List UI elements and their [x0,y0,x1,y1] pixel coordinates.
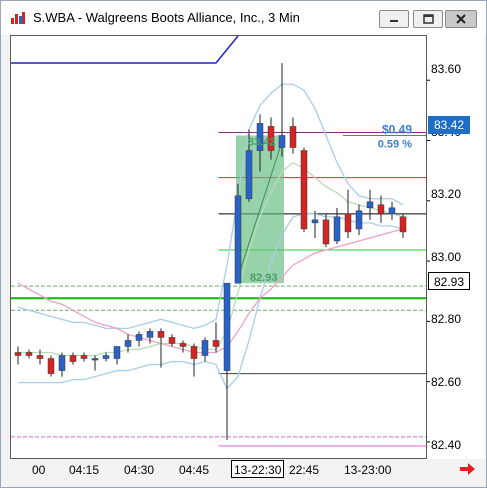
current-price-badge: 83.42 [428,116,470,134]
candle-body [168,337,176,344]
candle-body [300,150,308,230]
candle-body [102,355,110,359]
price-label: 83.00 [431,250,462,264]
chart-plot-area[interactable]: $0.49 0.59 % 83.42 82.93 [10,35,427,459]
measure-bottom-price: 82.93 [250,272,278,284]
candle-body [377,204,385,215]
candle-body [344,213,352,233]
candle-body [124,340,132,347]
time-label: 04:30 [124,463,155,477]
candle-body [311,219,319,224]
measure-change-value: $0.49 [382,122,412,136]
time-label: 04:15 [69,463,100,477]
measure-top-price: 83.42 [248,136,276,148]
candle-body [388,207,396,215]
candle-body [58,355,66,371]
time-label: 04:45 [179,463,210,477]
price-axis-ticks [427,79,430,443]
candle-body [234,195,242,284]
price-label: 82.80 [431,312,462,326]
candle-body [179,343,187,347]
candle-body [80,355,88,359]
candle-body [366,201,374,209]
minimize-icon [390,20,398,22]
maximize-icon [423,14,434,24]
candle-body [333,216,341,242]
candle-body [14,352,22,356]
price-axis[interactable] [427,35,485,459]
candle-body [146,331,154,338]
candle-body [223,282,231,371]
window-title: S.WBA - Walgreens Boots Alliance, Inc., … [33,10,300,25]
price-label: 82.40 [431,438,462,452]
candle-body [355,210,363,230]
price-label: 83.20 [431,187,462,201]
bollinger-upper-line [17,83,404,330]
time-label: 13-23:00 [344,463,392,477]
candle-body [322,219,330,245]
chart-app-icon [11,12,25,24]
candle-body [91,358,99,361]
candle-body [47,358,55,374]
candle-body [399,216,407,233]
candle-body [135,334,143,341]
candle-body [212,340,220,347]
candle-body [69,355,77,362]
candle-body [289,126,297,148]
price-label: 82.60 [431,375,462,389]
scroll-right-arrow-icon[interactable] [460,462,476,476]
time-label: 22:45 [289,463,320,477]
time-label: 00 [32,463,46,477]
chart-window: S.WBA - Walgreens Boots Alliance, Inc., … [0,0,487,488]
candle-body [25,352,33,356]
measure-change-percent: 0.59 % [378,138,412,150]
bollinger-lower-line [18,213,404,390]
top-level-line [11,35,239,64]
price-label: 83.60 [431,62,462,76]
price-chart[interactable]: $0.49 0.59 % 83.42 82.93 [11,35,426,458]
candle-body [36,355,44,359]
candle-body [201,340,209,356]
title-bar[interactable]: S.WBA - Walgreens Boots Alliance, Inc., … [1,1,486,35]
candle-body [190,346,198,359]
close-icon [456,14,466,24]
maximize-button[interactable] [413,10,443,28]
time-cursor-label: 13-22:30 [231,460,285,478]
candle-body [157,331,165,338]
candle-body [278,135,286,148]
moving-average-line [18,161,404,357]
minimize-button[interactable] [379,10,409,28]
last-price-badge: 82.93 [428,272,470,290]
candle-body [245,150,253,200]
moving-average-line [17,228,404,354]
close-button[interactable] [445,10,477,28]
candle-body [113,346,121,359]
